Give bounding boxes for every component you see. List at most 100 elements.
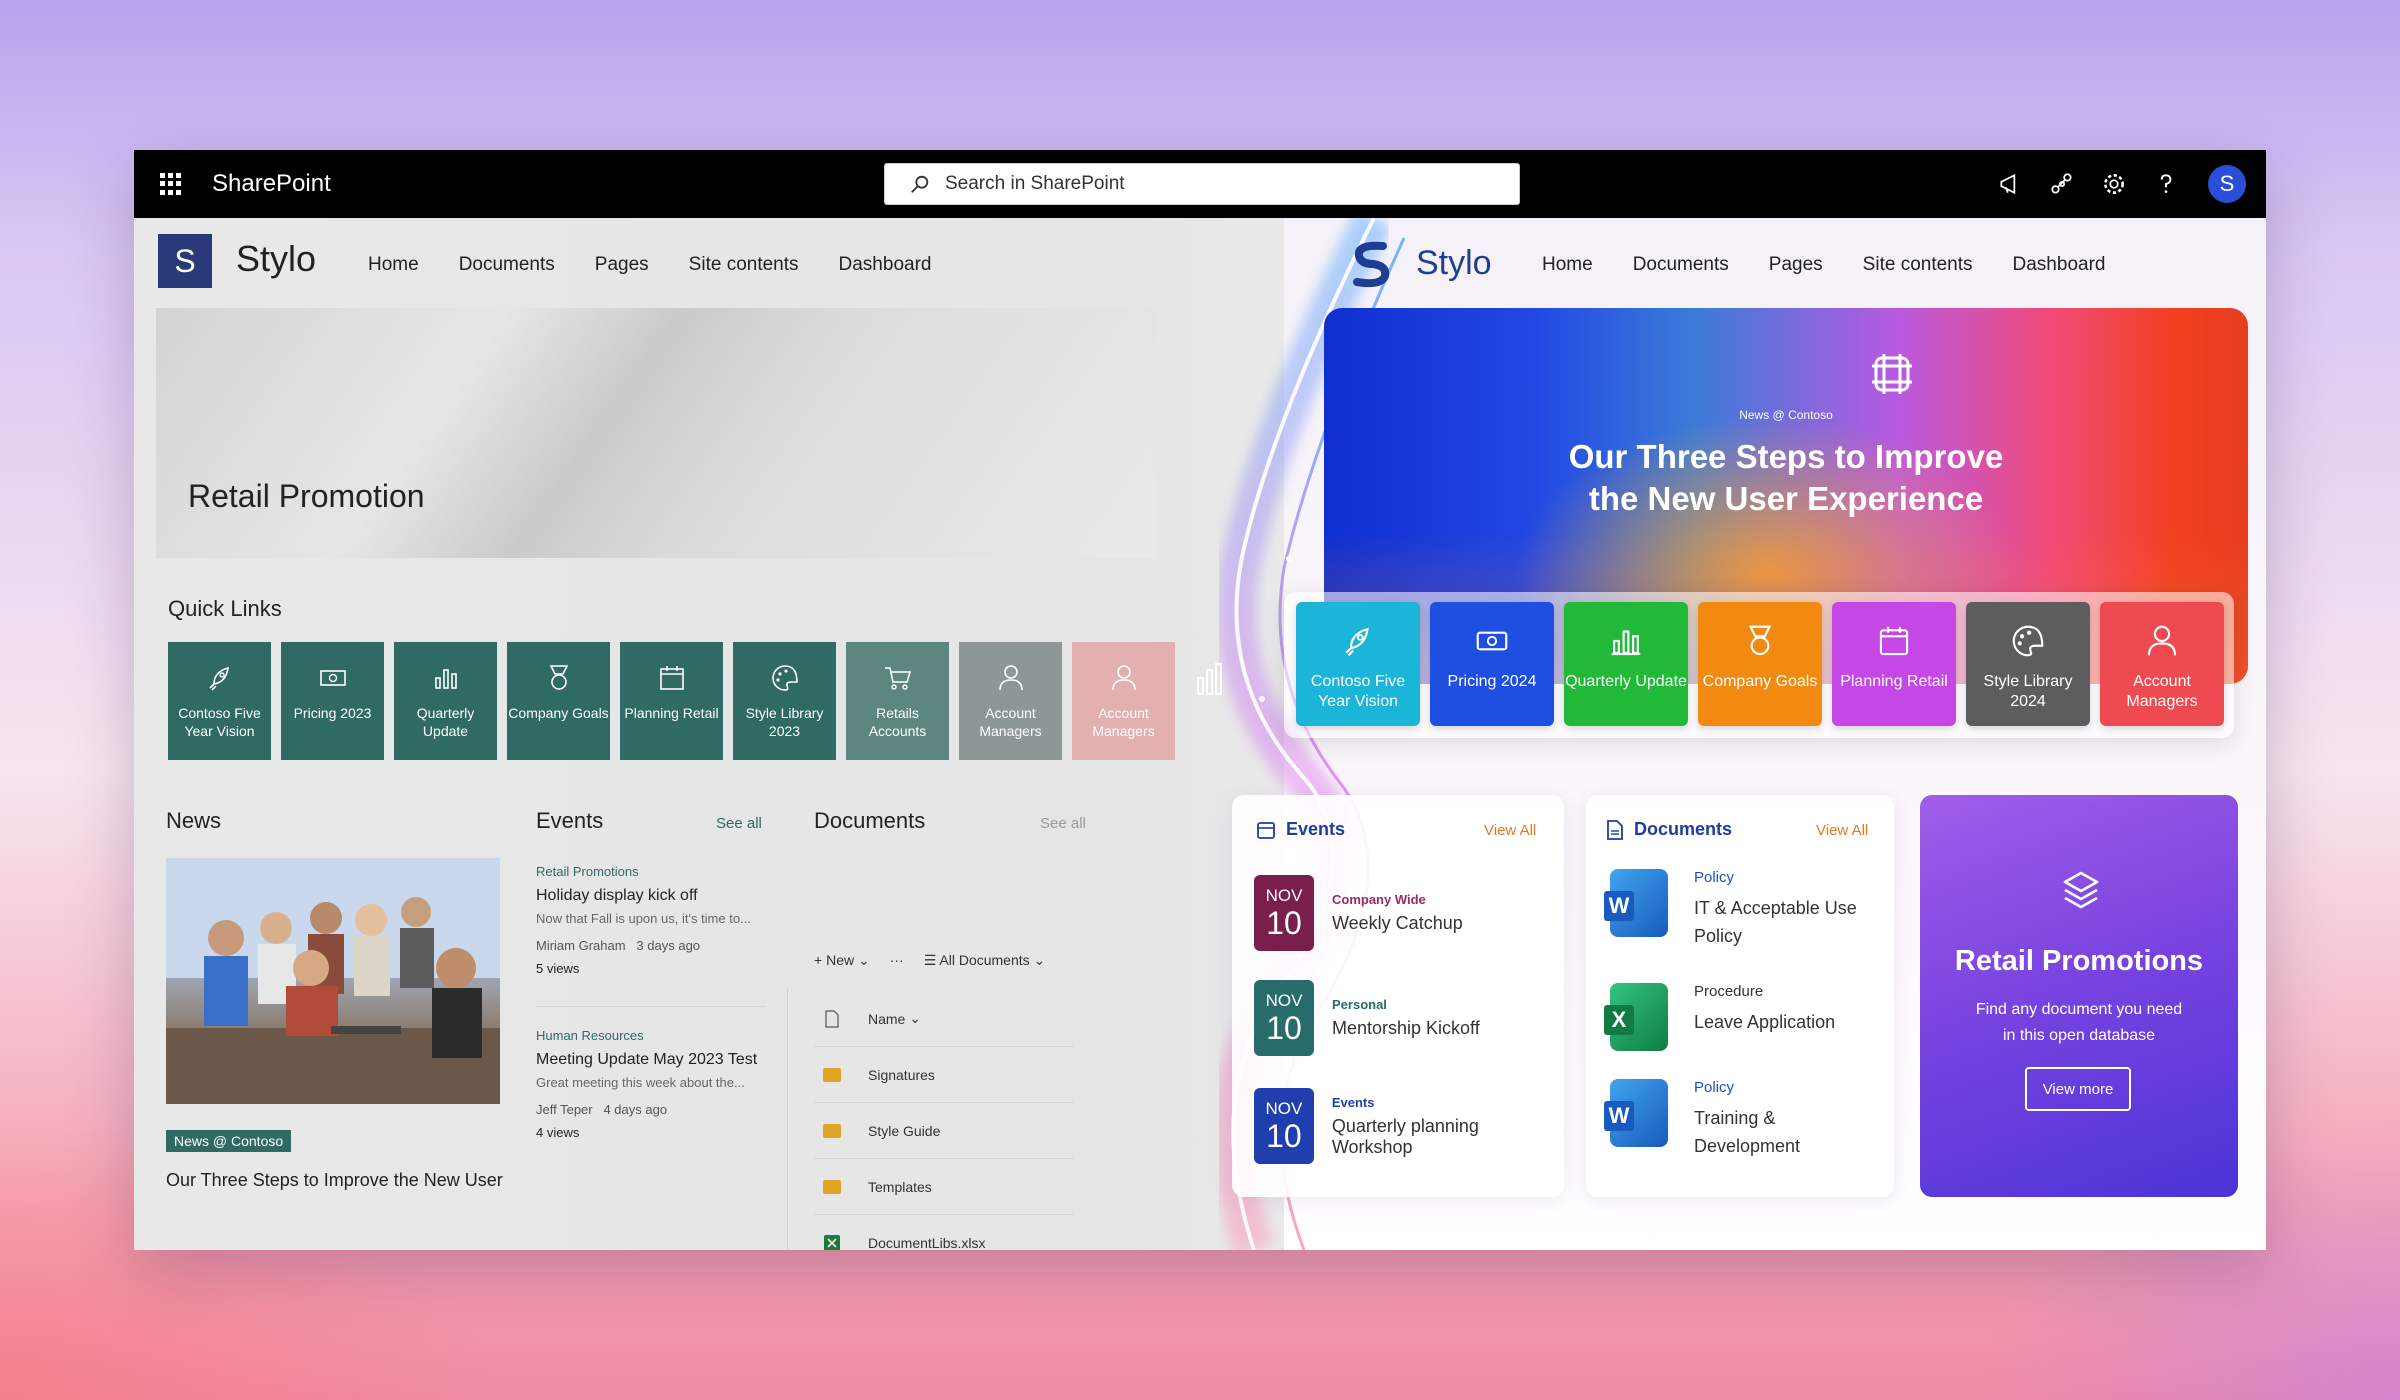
quick-link-tile[interactable]: Company Goals (1698, 602, 1822, 726)
word-icon: W (1604, 869, 1668, 937)
event-date: NOV 10 (1254, 875, 1314, 951)
event-item[interactable]: Retail Promotions Holiday display kick o… (536, 864, 766, 976)
quick-link[interactable]: Retails Accounts (846, 642, 949, 760)
event-category: Personal (1332, 997, 1387, 1012)
view-selector[interactable]: ☰ All Documents ⌄ (924, 952, 1046, 969)
more-button[interactable]: ··· (890, 952, 904, 969)
quick-link[interactable]: Contoso Five Year Vision (168, 642, 271, 760)
nav-home[interactable]: Home (368, 254, 419, 276)
modern-site-title[interactable]: Stylo (1416, 244, 1492, 283)
nav-site-contents[interactable]: Site contents (689, 254, 799, 276)
quick-link-label: Account Managers (979, 705, 1042, 739)
folder-icon (823, 1067, 841, 1082)
folder-icon (823, 1179, 841, 1194)
rocket-icon (1345, 627, 1369, 657)
document-title: Training & Development (1694, 1108, 1801, 1156)
help-icon[interactable] (2152, 170, 2180, 198)
quick-link-label: Contoso Five Year Vision (178, 705, 261, 739)
event-item[interactable]: NOV 10 Company Wide Weekly Catchup (1254, 875, 1463, 951)
event-title: Quarterly planning Workshop (1331, 1115, 1479, 1157)
news-headline[interactable]: Our Three Steps to Improve the New User (166, 1170, 503, 1191)
list-item[interactable]: DocumentLibs.xlsx (814, 1215, 1074, 1250)
event-views: 5 views (536, 961, 580, 976)
gear-icon[interactable] (2100, 170, 2128, 198)
avatar[interactable]: S (2208, 165, 2246, 203)
event-item[interactable]: NOV 10 Personal Mentorship Kickoff (1254, 980, 1480, 1056)
bar-chart-icon (434, 669, 457, 689)
document-icon (1607, 819, 1623, 840)
quick-link[interactable]: Quarterly Update (394, 642, 497, 760)
list-item[interactable]: Signatures (814, 1047, 1074, 1103)
quick-link-tile[interactable]: Contoso Five Year Vision (1296, 602, 1420, 726)
calendar-icon (659, 666, 684, 690)
quick-link-label: Style Library 2023 (745, 705, 824, 739)
quick-link-tile[interactable]: Style Library 2024 (1966, 602, 2090, 726)
list-item[interactable]: Style Guide (814, 1103, 1074, 1159)
list-item[interactable]: Templates (814, 1159, 1074, 1215)
document-name: Signatures (868, 1066, 935, 1083)
events-view-all-link[interactable]: View All (1484, 822, 1536, 839)
site-title[interactable]: Stylo (236, 238, 316, 280)
search-icon (911, 175, 929, 193)
event-title: Holiday display kick off (536, 887, 698, 904)
document-item[interactable]: W Policy Training & Development (1604, 1079, 1801, 1160)
documents-view-all-link[interactable]: View All (1816, 822, 1868, 839)
site-logo[interactable]: S (158, 234, 212, 288)
news-image[interactable] (166, 858, 500, 1104)
event-title: Mentorship Kickoff (1332, 1018, 1480, 1038)
search-box[interactable] (884, 163, 1520, 205)
quick-link[interactable]: Style Library 2023 (733, 642, 836, 760)
document-category: Policy (1694, 869, 1735, 886)
documents-see-all-link[interactable]: See all (1040, 815, 1086, 832)
events-card: Events View All NOV 10 Company Wide Weekly… (1232, 795, 1564, 1197)
nav-documents[interactable]: Documents (1633, 254, 1729, 276)
event-category: Retail Promotions (536, 864, 639, 879)
news-badge[interactable]: News @ Contoso (166, 1130, 292, 1152)
quick-link[interactable]: Pricing 2023 (281, 642, 384, 760)
nav-documents[interactable]: Documents (459, 254, 555, 276)
column-header-name[interactable]: Name ⌄ (814, 991, 1074, 1047)
quick-link[interactable]: Account Managers (959, 642, 1062, 760)
quick-link[interactable]: Account Managers (1072, 642, 1175, 760)
quick-link[interactable]: Company Goals (507, 642, 610, 760)
tile-label: Contoso Five Year Vision (1310, 673, 1406, 710)
stylo-logo[interactable] (1349, 240, 1393, 288)
quick-link-label: Quarterly Update (416, 705, 475, 739)
document-title: IT & Acceptable Use Policy (1694, 898, 1857, 946)
events-see-all-link[interactable]: See all (716, 815, 762, 832)
cart-icon (884, 667, 911, 690)
document-category: Procedure (1694, 983, 1764, 1000)
nav-pages[interactable]: Pages (1769, 254, 1823, 276)
event-item[interactable]: NOV 10 Events Quarterly planning Workshop (1254, 1088, 1564, 1164)
events-title: Events (536, 808, 604, 833)
nav-pages[interactable]: Pages (595, 254, 649, 276)
document-item[interactable]: W Policy IT & Acceptable Use Policy (1604, 869, 1857, 950)
quick-link[interactable]: Planning Retail (620, 642, 723, 760)
nav-dashboard[interactable]: Dashboard (839, 254, 932, 276)
document-item[interactable]: X Procedure Leave Application (1604, 983, 1835, 1051)
megaphone-icon[interactable] (1996, 170, 2024, 198)
nav-dashboard[interactable]: Dashboard (2013, 254, 2106, 276)
new-button[interactable]: + New ⌄ (814, 952, 870, 969)
documents-card-title: Documents (1634, 819, 1733, 839)
view-more-button[interactable]: View more (2025, 1067, 2131, 1111)
quick-link-label: Company Goals (508, 705, 609, 721)
event-item[interactable]: Human Resources Meeting Update May 2023 … (536, 1028, 766, 1140)
suite-bar: SharePoint S (134, 150, 2266, 218)
nav-home[interactable]: Home (1542, 254, 1593, 276)
hero-banner[interactable]: Retail Promotion (156, 308, 1156, 558)
app-launcher-icon[interactable] (160, 173, 182, 195)
quick-link-tile[interactable]: Quarterly Update (1564, 602, 1688, 726)
sharepoint-window: SharePoint S S Stylo Home Documents Page… (134, 150, 2266, 1250)
quick-link-tile[interactable]: Planning Retail (1832, 602, 1956, 726)
share-network-icon[interactable] (2048, 170, 2076, 198)
tile-label: Planning Retail (1840, 673, 1948, 690)
quick-link-tile[interactable]: Pricing 2024 (1430, 602, 1554, 726)
quick-link-tile[interactable]: Account Managers (2100, 602, 2224, 726)
search-input[interactable] (945, 173, 1505, 195)
nav-site-contents[interactable]: Site contents (1863, 254, 1973, 276)
quick-link-label: Pricing 2023 (293, 705, 372, 721)
quick-link-label: Account Managers (1092, 705, 1155, 739)
suite-brand[interactable]: SharePoint (212, 170, 331, 198)
event-views: 4 views (536, 1125, 580, 1140)
